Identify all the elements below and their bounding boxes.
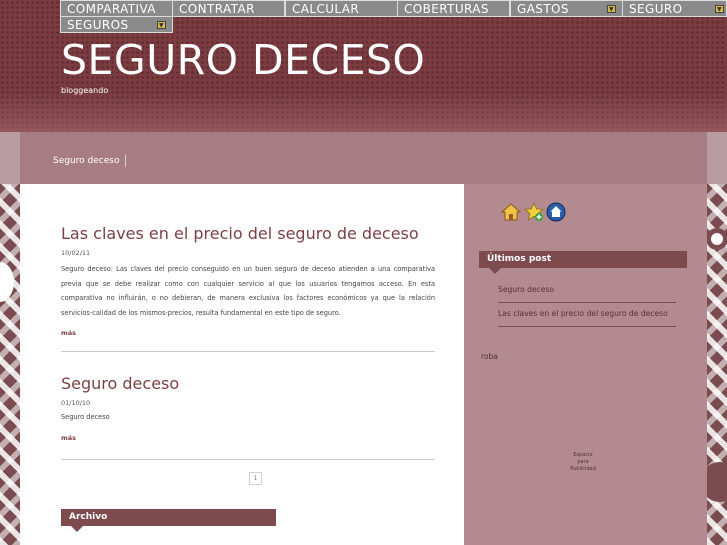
nav-item-seguros[interactable]: SEGUROS ▼ (60, 16, 173, 33)
pagination-page[interactable]: 1 (249, 472, 262, 485)
tab-seguro-deceso[interactable]: Seguro deceso (53, 155, 127, 167)
post-date: 01/10/10 (61, 399, 91, 407)
read-more-link[interactable]: más (61, 329, 76, 337)
blog-description: bloggeando (61, 86, 109, 95)
recent-post-link[interactable]: Las claves en el precio del seguro de de… (498, 309, 676, 327)
nav-item-contratar[interactable]: CONTRATAR (172, 0, 285, 17)
nav-item-label: SEGUROS (67, 18, 129, 32)
homepage-globe-icon[interactable] (546, 202, 566, 222)
post-body: Seguro deceso (61, 413, 110, 421)
home-icon[interactable] (501, 202, 521, 222)
ad-line: para (577, 459, 589, 465)
nav-item-label: SEGURO (629, 2, 683, 16)
read-more-link[interactable]: más (61, 434, 76, 442)
post-divider (61, 351, 435, 352)
nav-item-gastos[interactable]: GASTOS ▼ (510, 0, 623, 17)
nav-item-seguro[interactable]: SEGURO ▼ (622, 0, 727, 17)
nav-item-comparativa[interactable]: COMPARATIVA (60, 0, 173, 17)
post-date: 10/02/11 (61, 249, 91, 257)
archive-widget-header: Archivo (61, 509, 276, 532)
nav-item-label: CALCULAR (292, 2, 360, 16)
post: Las claves en el precio del seguro de de… (61, 224, 435, 339)
sidebar-text: roba (481, 352, 498, 361)
decorative-pattern-left (0, 184, 20, 545)
recent-posts-header: Últimos post (479, 251, 687, 274)
post: Seguro deceso 01/10/10 Seguro deceso más (61, 374, 435, 444)
nav-item-calcular[interactable]: CALCULAR (285, 0, 398, 17)
post-body: Seguro deceso: Las claves del precio con… (61, 265, 435, 317)
nav-item-label: CONTRATAR (179, 2, 255, 16)
decorative-ring (706, 228, 727, 250)
post-title[interactable]: Las claves en el precio del seguro de de… (61, 224, 435, 243)
nav-item-label: COBERTURAS (404, 2, 489, 16)
ad-line: Publicidad (570, 466, 596, 472)
dropdown-arrow-icon: ▼ (157, 21, 166, 29)
blog-title[interactable]: SEGURO DECESO (61, 36, 425, 84)
sidebar (464, 184, 707, 545)
nav-item-coberturas[interactable]: COBERTURAS (397, 0, 510, 17)
nav-item-label: COMPARATIVA (67, 2, 156, 16)
ad-line: Espacio (573, 452, 593, 458)
post-title[interactable]: Seguro deceso (61, 374, 435, 393)
post-divider (61, 459, 435, 460)
nav-item-label: GASTOS (517, 2, 569, 16)
favorite-star-icon[interactable] (524, 202, 544, 222)
dropdown-arrow-icon: ▼ (715, 5, 724, 13)
ad-placeholder: Espacio para Publicidad (555, 452, 611, 473)
top-navigation: COMPARATIVA CONTRATAR CALCULAR COBERTURA… (60, 0, 727, 34)
dropdown-arrow-icon: ▼ (607, 5, 616, 13)
recent-post-link[interactable]: Seguro deceso (498, 285, 676, 303)
